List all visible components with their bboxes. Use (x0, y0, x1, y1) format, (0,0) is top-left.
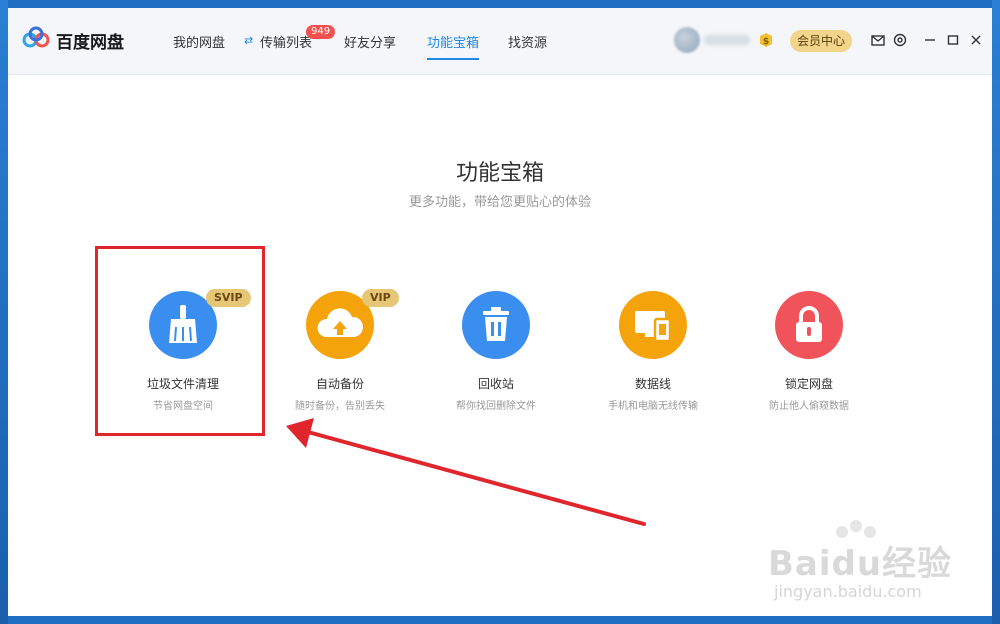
desktop-background-left (0, 0, 8, 624)
watermark-text: Baidu经验 (768, 544, 953, 584)
baidu-jingyan-watermark: Baidu经验 jingyan.baidu.com (760, 518, 960, 608)
desktop-background-right (992, 0, 1000, 624)
app-window: 百度网盘 我的网盘 ⇄ 传输列表 949 好友分享 功能宝箱 找资源 $ 会员中… (8, 8, 992, 616)
watermark-url: jingyan.baidu.com (774, 582, 922, 601)
